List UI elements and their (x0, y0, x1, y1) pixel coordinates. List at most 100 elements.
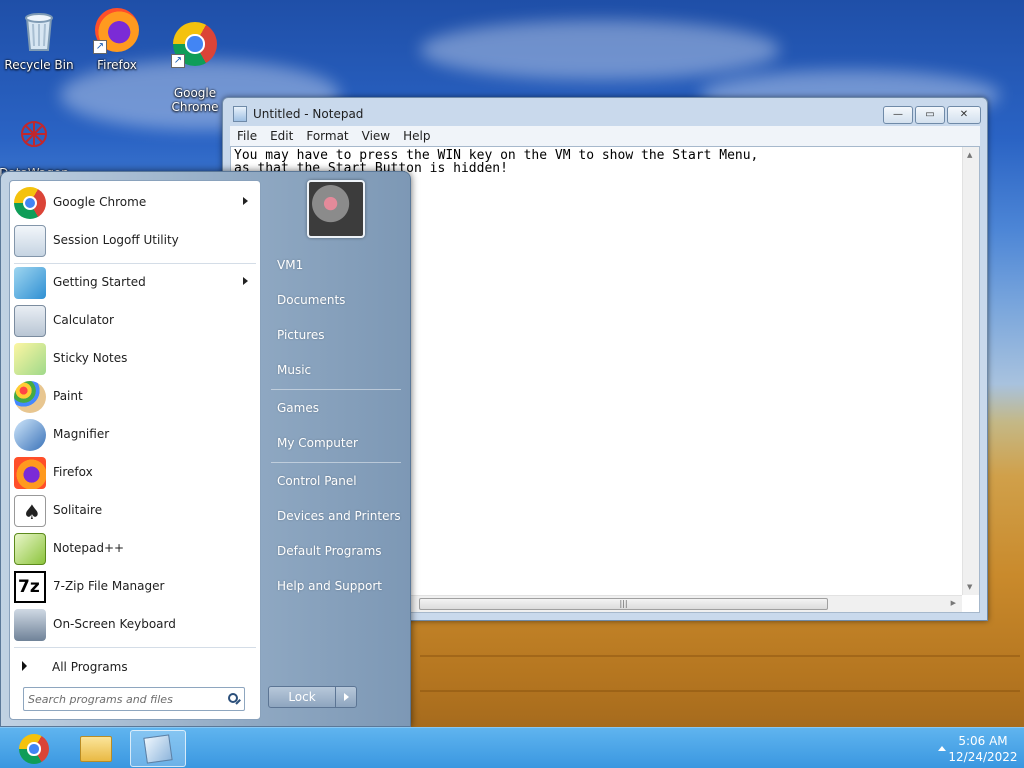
start-right-label: Pictures (277, 328, 325, 342)
start-right-label: Documents (277, 293, 346, 307)
menu-file[interactable]: File (230, 126, 263, 143)
scroll-down-icon[interactable]: ▼ (967, 583, 972, 591)
all-programs-button[interactable]: All Programs (12, 653, 258, 679)
start-right-default-programs[interactable]: Default Programs (267, 537, 405, 565)
notepad-plus-plus-icon (14, 533, 46, 565)
notepad-icon (143, 734, 173, 764)
search-input[interactable] (28, 691, 218, 707)
start-right-help-and-support[interactable]: Help and Support (267, 572, 405, 600)
program-label: Sticky Notes (53, 351, 128, 365)
menu-view[interactable]: View (355, 126, 396, 143)
minimize-icon: — (893, 109, 903, 120)
start-right-my-computer[interactable]: My Computer (267, 429, 405, 457)
paint-icon (14, 381, 46, 413)
chrome-icon: ↗ (171, 20, 219, 68)
chrome-icon (19, 734, 49, 764)
program-label: On-Screen Keyboard (53, 617, 176, 631)
shortcut-arrow-icon: ↗ (93, 40, 107, 54)
desktop-icon-firefox[interactable]: ↗ Firefox (79, 6, 155, 72)
program-google-chrome[interactable]: Google Chrome (12, 185, 258, 221)
close-button[interactable]: ✕ (947, 106, 981, 124)
start-menu-programs-panel: Google Chrome Session Logoff Utility Get… (9, 180, 261, 720)
separator (271, 462, 401, 463)
menu-edit[interactable]: Edit (263, 126, 299, 143)
program-session-logoff-utility[interactable]: Session Logoff Utility (12, 223, 258, 259)
magnifier-icon (14, 419, 46, 451)
menu-help[interactable]: Help (396, 126, 436, 143)
calculator-icon (14, 305, 46, 337)
sticky-notes-icon (14, 343, 46, 375)
firefox-icon (14, 457, 46, 489)
clock-time: 5:06 AM (958, 734, 1008, 748)
close-icon: ✕ (959, 109, 969, 120)
show-hidden-icons-icon[interactable] (938, 746, 946, 751)
vertical-scrollbar[interactable]: ▲ ▼ (962, 147, 979, 595)
submenu-arrow-icon (243, 277, 248, 285)
program-solitaire[interactable]: ♠ Solitaire (12, 493, 258, 529)
start-right-label: Control Panel (277, 474, 357, 488)
program-label: Magnifier (53, 427, 110, 441)
program-paint[interactable]: Paint (12, 379, 258, 415)
scrollbar-thumb[interactable]: ||| (419, 598, 828, 610)
menu-format[interactable]: Format (299, 126, 354, 143)
taskbar-chrome[interactable] (6, 730, 62, 767)
taskbar-notepad[interactable] (130, 730, 186, 767)
start-right-music[interactable]: Music (267, 356, 405, 384)
separator (14, 263, 256, 264)
start-search-box[interactable] (23, 687, 245, 711)
taskbar-explorer[interactable] (68, 730, 124, 767)
separator (271, 389, 401, 390)
wallpaper-field (420, 690, 1020, 692)
minimize-button[interactable]: — (883, 106, 913, 124)
program-7zip-file-manager[interactable]: 7z 7-Zip File Manager (12, 569, 258, 605)
notepad-menubar: File Edit Format View Help (230, 126, 980, 146)
program-label: Google Chrome (53, 195, 147, 209)
start-right-pictures[interactable]: Pictures (267, 321, 405, 349)
desktop-icon-recycle-bin[interactable]: Recycle Bin (1, 6, 77, 72)
maximize-button[interactable]: ▭ (915, 106, 945, 124)
program-on-screen-keyboard[interactable]: On-Screen Keyboard (12, 607, 258, 643)
start-right-documents[interactable]: Documents (267, 286, 405, 314)
program-label: 7-Zip File Manager (53, 579, 165, 593)
program-magnifier[interactable]: Magnifier (12, 417, 258, 453)
scroll-right-icon[interactable]: ▶ (951, 599, 956, 607)
all-programs-label: All Programs (52, 660, 128, 674)
program-notepad-plus-plus[interactable]: Notepad++ (12, 531, 258, 567)
program-label: Calculator (53, 313, 114, 327)
start-right-games[interactable]: Games (267, 394, 405, 422)
start-right-label: Devices and Printers (277, 509, 401, 523)
logoff-utility-icon (14, 225, 46, 257)
desktop-icon-label: Recycle Bin (4, 58, 74, 72)
user-picture[interactable] (307, 180, 365, 238)
start-right-label: VM1 (277, 258, 304, 272)
program-label: Getting Started (53, 275, 146, 289)
program-sticky-notes[interactable]: Sticky Notes (12, 341, 258, 377)
search-icon[interactable] (228, 693, 238, 703)
system-clock[interactable]: 5:06 AM 12/24/2022 (948, 733, 1018, 765)
notepad-titlebar[interactable]: Untitled - Notepad — ▭ ✕ (223, 98, 987, 126)
taskbar: 5:06 AM 12/24/2022 (0, 727, 1024, 768)
program-firefox[interactable]: Firefox (12, 455, 258, 491)
shortcut-arrow-icon: ↗ (171, 54, 185, 68)
program-label: Solitaire (53, 503, 103, 517)
lock-button[interactable]: Lock (268, 686, 336, 708)
scroll-up-icon[interactable]: ▲ (967, 151, 972, 159)
submenu-arrow-icon (243, 197, 248, 205)
shutdown-options-button[interactable] (335, 686, 357, 708)
datawagon-icon (10, 114, 58, 162)
program-calculator[interactable]: Calculator (12, 303, 258, 339)
7zip-icon: 7z (14, 571, 46, 603)
chrome-icon (14, 187, 46, 219)
firefox-icon: ↗ (93, 6, 141, 54)
start-right-control-panel[interactable]: Control Panel (267, 467, 405, 495)
program-label: Paint (53, 389, 83, 403)
desktop-icon-label: Firefox (97, 58, 137, 72)
start-right-vm1[interactable]: VM1 (267, 251, 405, 279)
keyboard-icon (14, 609, 46, 641)
wallpaper-cloud (420, 20, 780, 80)
program-label: Notepad++ (53, 541, 125, 555)
program-getting-started[interactable]: Getting Started (12, 265, 258, 301)
notepad-icon (233, 106, 247, 122)
start-right-devices-and-printers[interactable]: Devices and Printers (267, 502, 405, 530)
start-right-label: Default Programs (277, 544, 382, 558)
